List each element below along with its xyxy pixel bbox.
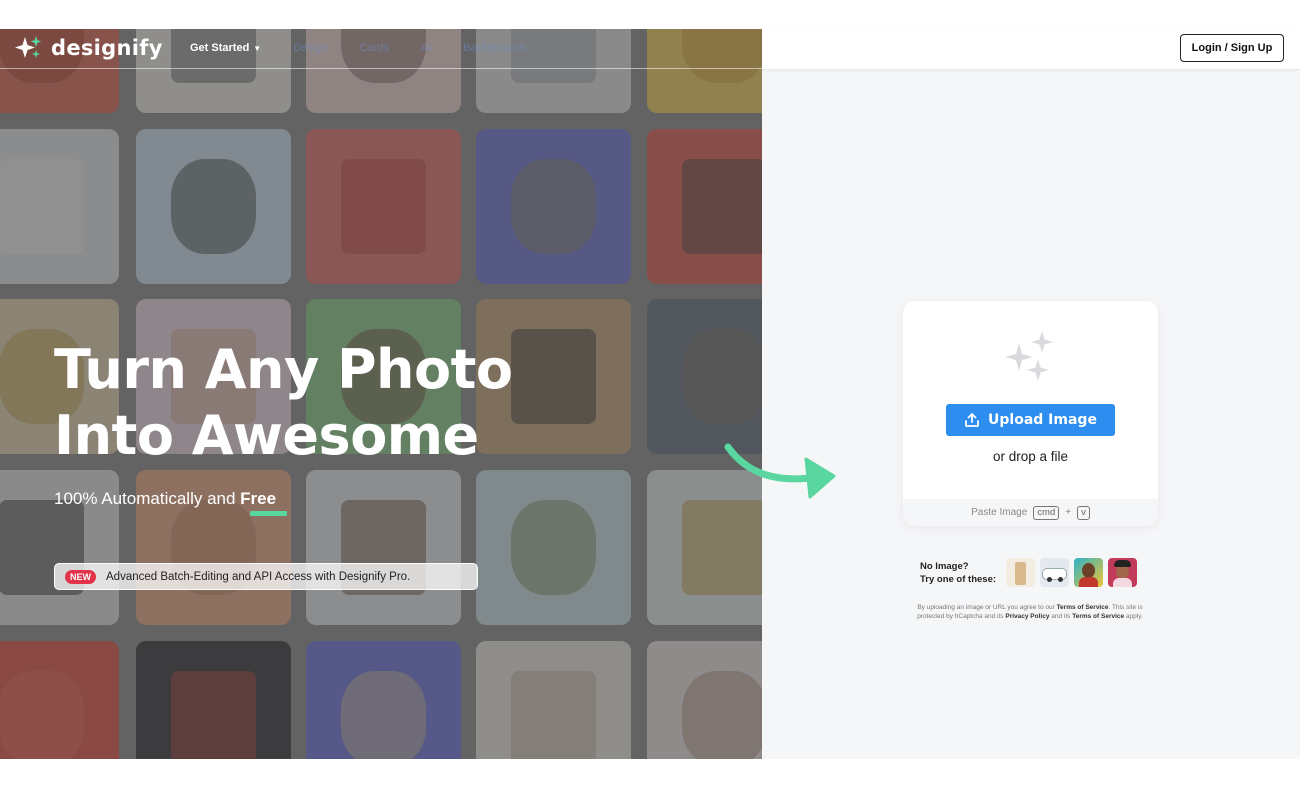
- upload-icon: [965, 413, 979, 427]
- subline-prefix: 100% Automatically and: [54, 489, 241, 508]
- terms-link-2[interactable]: Terms of Service: [1072, 613, 1124, 620]
- page: designify Get Started ▼ Design Cards AI …: [0, 29, 1300, 759]
- subline-emphasis: Free: [240, 489, 277, 508]
- sample-bottle-thumb[interactable]: [1006, 558, 1036, 587]
- legal-text-3: and its: [1049, 613, 1073, 620]
- login-signup-button[interactable]: Login / Sign Up: [1180, 34, 1284, 62]
- new-badge: NEW: [65, 569, 96, 584]
- headline-line-1: Turn Any Photo: [54, 338, 513, 401]
- free-underline: [250, 511, 287, 516]
- samples-label-line-2: Try one of these:: [920, 573, 997, 585]
- nav-cards[interactable]: Cards: [359, 42, 388, 54]
- sample-man-thumb[interactable]: [1074, 558, 1104, 587]
- sample-images: No Image? Try one of these:: [920, 558, 1138, 587]
- sparkle-logo-icon: [15, 36, 42, 58]
- privacy-link[interactable]: Privacy Policy: [1005, 613, 1049, 620]
- upload-panel: Login / Sign Up Upload Image or drop a f…: [762, 29, 1300, 759]
- promo-text: Advanced Batch-Editing and API Access wi…: [106, 570, 411, 583]
- paste-label: Paste Image: [971, 507, 1028, 518]
- paste-hint: Paste Image cmd + v: [903, 499, 1158, 526]
- legal-text-4: apply.: [1124, 613, 1143, 620]
- samples-label: No Image? Try one of these:: [920, 560, 996, 586]
- v-key: v: [1077, 505, 1090, 520]
- pro-promo-banner[interactable]: NEW Advanced Batch-Editing and API Acces…: [54, 563, 478, 590]
- terms-link[interactable]: Terms of Service: [1057, 604, 1109, 611]
- legal-notice: By uploading an image or URL you agree t…: [910, 603, 1150, 621]
- nav-ai[interactable]: AI: [421, 42, 431, 54]
- sample-car-thumb[interactable]: [1040, 558, 1070, 587]
- samples-label-line-1: No Image?: [920, 560, 969, 572]
- upload-button-label: Upload Image: [988, 412, 1097, 428]
- main-nav: Get Started ▼ Design Cards AI Background…: [190, 42, 527, 54]
- upload-image-button[interactable]: Upload Image: [946, 404, 1115, 436]
- hero-headline: Turn Any Photo Into Awesome: [54, 337, 513, 469]
- hero-section: designify Get Started ▼ Design Cards AI …: [0, 29, 762, 759]
- curved-arrow-icon: [724, 443, 836, 499]
- logo[interactable]: designify: [15, 35, 163, 61]
- nav-divider: [0, 68, 762, 69]
- plus-sign: +: [1065, 507, 1072, 518]
- headline-line-2: Into Awesome: [54, 404, 479, 467]
- drop-file-text: or drop a file: [992, 449, 1069, 464]
- nav-get-started-label: Get Started: [190, 42, 250, 54]
- hero-subline: 100% Automatically and Free: [54, 489, 276, 509]
- nav-design[interactable]: Design: [293, 42, 327, 54]
- legal-text-1: By uploading an image or URL you agree t…: [917, 604, 1057, 611]
- chevron-down-icon: ▼: [253, 43, 262, 53]
- upload-card[interactable]: Upload Image or drop a file Paste Image …: [903, 301, 1158, 526]
- top-bar: Login / Sign Up: [762, 29, 1300, 69]
- sparkles-icon: [1005, 331, 1053, 381]
- logo-text: designify: [51, 36, 163, 60]
- nav-get-started[interactable]: Get Started ▼: [190, 42, 261, 54]
- nav-backgrounds[interactable]: Backgrounds: [463, 42, 527, 54]
- cmd-key: cmd: [1033, 505, 1060, 520]
- sample-woman-thumb[interactable]: [1108, 558, 1138, 587]
